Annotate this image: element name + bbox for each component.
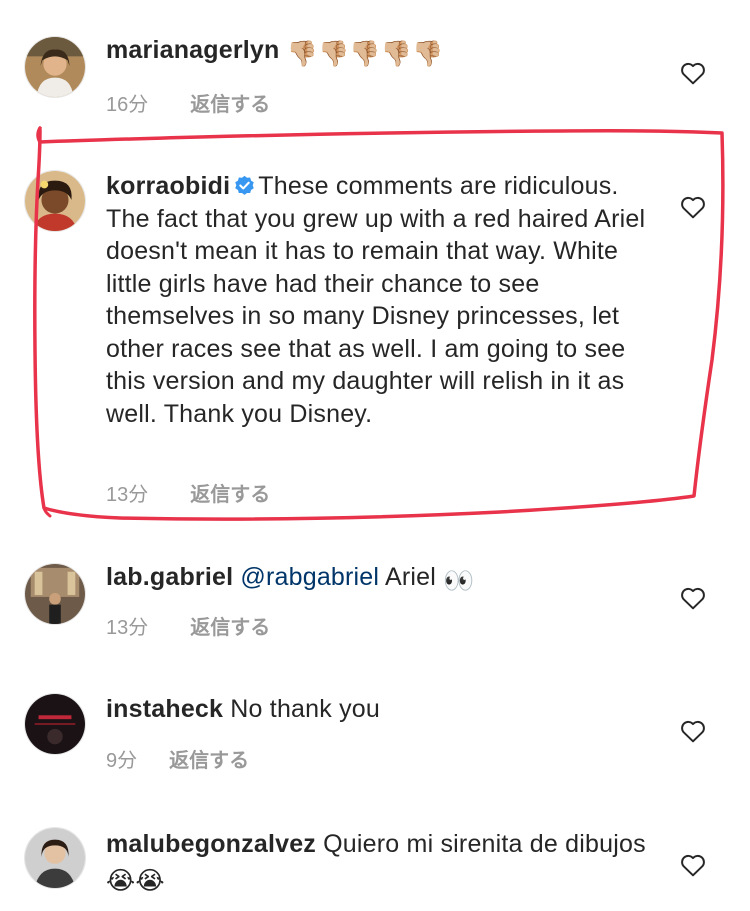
comment-body: Ariel xyxy=(384,563,436,591)
comment-body: Quiero mi sirenita de dibujos xyxy=(323,830,646,858)
comment-text: korraobidi These comments are ridiculous.… xyxy=(106,170,656,430)
comment-body: These comments are ridiculous. The fact … xyxy=(106,172,646,428)
reply-button[interactable]: 返信する xyxy=(190,478,270,507)
reply-button[interactable]: 返信する xyxy=(190,88,270,117)
comment-time: 13分 xyxy=(106,484,149,506)
comment-username[interactable]: malubegonzalvez xyxy=(106,830,316,858)
avatar[interactable] xyxy=(24,693,86,755)
comment-username[interactable]: korraobidi xyxy=(106,172,230,200)
comment-text: lab.gabriel @rabgabriel Ariel 👀 xyxy=(106,561,666,598)
comment-body: No thank you xyxy=(230,695,381,723)
verified-badge-icon xyxy=(234,175,255,196)
highlight-annotation xyxy=(33,126,725,521)
crying-emoji: 😭😭 xyxy=(106,866,165,895)
comment-text: instaheck No thank you xyxy=(106,693,666,726)
comment-time: 13分 xyxy=(106,617,149,639)
reply-button[interactable]: 返信する xyxy=(190,611,270,640)
comment-text: marianagerlyn 👎🏼👎🏼👎🏼👎🏼👎🏼 xyxy=(106,34,666,71)
reply-button[interactable]: 返信する xyxy=(169,744,249,773)
comment-meta: 13分 返信する xyxy=(106,478,270,507)
comment-time: 16分 xyxy=(106,94,149,116)
comment-username[interactable]: instaheck xyxy=(106,695,223,723)
comment-username[interactable]: marianagerlyn xyxy=(106,36,280,64)
heart-outline-icon[interactable] xyxy=(680,586,706,610)
heart-outline-icon[interactable] xyxy=(680,853,706,877)
mention-link[interactable]: @rabgabriel xyxy=(240,563,379,591)
comment-username[interactable]: lab.gabriel xyxy=(106,563,233,591)
comment-text: malubegonzalvez Quiero mi sirenita de di… xyxy=(106,828,646,897)
avatar[interactable] xyxy=(24,827,86,889)
comment-meta: 13分 返信する xyxy=(106,611,270,640)
comment-meta: 16分 返信する xyxy=(106,88,270,117)
comment-meta: 9分 返信する xyxy=(106,744,249,773)
heart-outline-icon[interactable] xyxy=(680,195,706,219)
comment-time: 9分 xyxy=(106,750,138,772)
avatar[interactable] xyxy=(24,563,86,625)
avatar[interactable] xyxy=(24,170,86,232)
thumbs-down-emoji: 👎🏼👎🏼👎🏼👎🏼👎🏼 xyxy=(286,40,444,68)
heart-outline-icon[interactable] xyxy=(680,61,706,85)
avatar[interactable] xyxy=(24,36,86,98)
eyes-emoji: 👀 xyxy=(443,567,475,595)
heart-outline-icon[interactable] xyxy=(680,719,706,743)
